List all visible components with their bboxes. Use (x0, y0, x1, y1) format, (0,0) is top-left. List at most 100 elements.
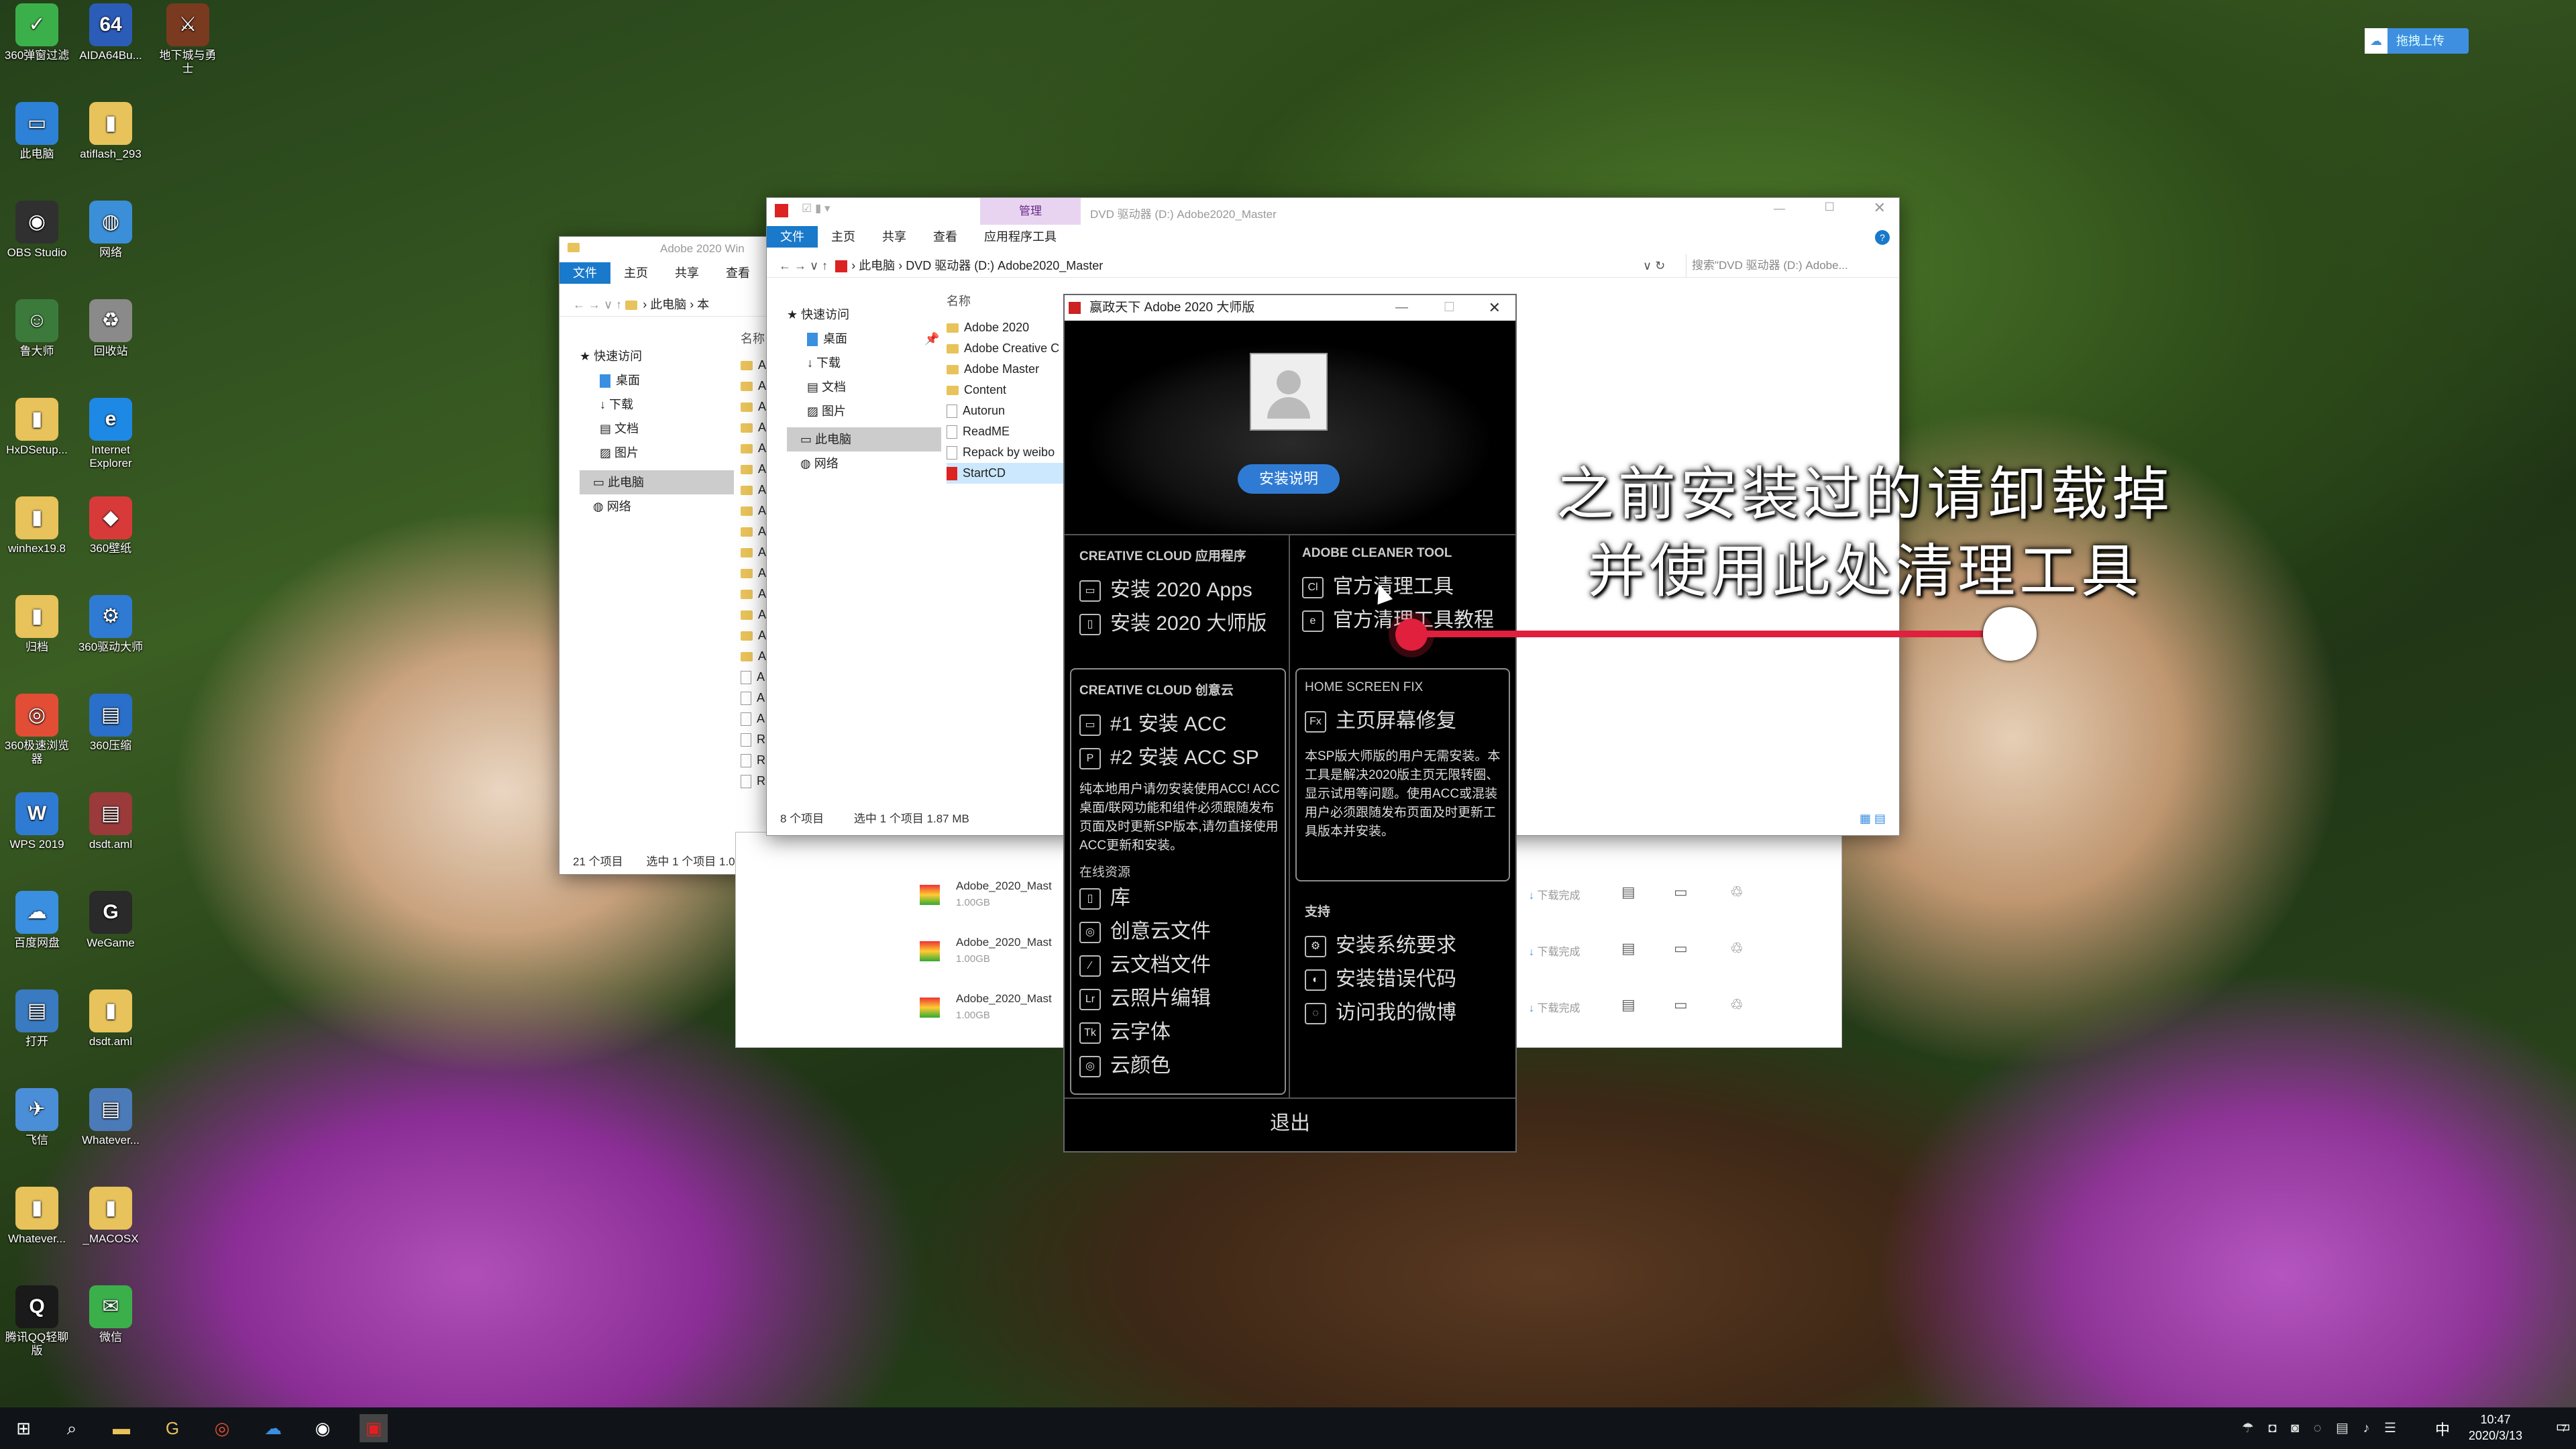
desktop-icon[interactable]: ▮ Whatever... (3, 1187, 70, 1246)
file-row[interactable]: R (741, 750, 766, 771)
file-row[interactable]: A (741, 646, 766, 667)
file-row[interactable]: A (741, 708, 766, 729)
titlebar[interactable]: ☑ ▮ ▾ 管理 DVD 驱动器 (D:) Adobe2020_Master —… (767, 198, 1899, 225)
file-row[interactable]: A (741, 480, 766, 500)
install-2020-master[interactable]: ▯ 安装 2020 大师版 (1079, 607, 1281, 641)
desktop-icon[interactable]: ▭ 此电脑 (3, 102, 70, 161)
document-icon[interactable]: ▤ (1621, 940, 1635, 957)
nav-desktop[interactable]: 桌面 (580, 368, 734, 392)
nav-documents[interactable]: ▤ 文档 (787, 375, 941, 399)
file-row[interactable]: A (741, 459, 766, 480)
nav-documents[interactable]: ▤ 文档 (580, 417, 734, 441)
nav-pictures[interactable]: ▨ 图片 (580, 441, 734, 465)
desktop-icon[interactable]: ✈ 飞信 (3, 1088, 70, 1147)
desktop-icon[interactable]: Q 腾讯QQ轻聊版 (3, 1285, 70, 1358)
upload-widget[interactable]: ☁ 拖拽上传 (2365, 28, 2469, 54)
tab-file[interactable]: 文件 (559, 262, 610, 284)
desktop-icon[interactable]: ▮ _MACOSX (77, 1187, 144, 1246)
breadcrumb-root[interactable]: 此电脑 (650, 298, 686, 311)
desktop-icon[interactable]: ◎ 360极速浏览器 (3, 694, 70, 766)
desktop-icon[interactable]: ▮ winhex19.8 (3, 496, 70, 555)
desktop-icon[interactable]: ⚔ 地下城与勇士 (154, 3, 221, 76)
online-colors[interactable]: ◎ 云颜色 (1079, 1049, 1281, 1083)
search-input[interactable]: 搜索"DVD 驱动器 (D:) Adobe... (1686, 254, 1893, 277)
desktop-icon[interactable]: ▮ atiflash_293 (77, 102, 144, 161)
folder-open-icon[interactable]: ▭ (1674, 940, 1688, 957)
nav-this-pc[interactable]: ▭ 此电脑 (580, 470, 734, 494)
tab-view[interactable]: 查看 (712, 262, 763, 284)
desktop-icon[interactable]: ✓ 360弹窗过滤 (3, 3, 70, 62)
install-acc[interactable]: ▭ #1 安装 ACC (1079, 708, 1281, 741)
desktop-icon[interactable]: ▮ 归档 (3, 595, 70, 654)
tab-app-tools[interactable]: 应用程序工具 (971, 226, 1070, 248)
nav-arrows[interactable]: ← → ∨ ↑ (573, 298, 625, 311)
close-icon[interactable]: ✕ (1489, 295, 1501, 321)
error-codes[interactable]: ◐ 安装错误代码 (1305, 963, 1506, 996)
install-2020-apps[interactable]: ▭ 安装 2020 Apps (1079, 574, 1281, 607)
nav-arrows[interactable]: ← → ∨ ↑ (779, 259, 831, 272)
file-row[interactable]: A (741, 688, 766, 708)
maximize-icon[interactable]: ☐ (1444, 295, 1455, 321)
quick-access-toolbar[interactable]: ☑ ▮ ▾ (802, 202, 830, 215)
delete-icon[interactable]: ♲ (1730, 883, 1743, 901)
tab-file[interactable]: 文件 (767, 226, 818, 248)
column-header-name[interactable]: 名称 (947, 292, 971, 309)
desktop-icon[interactable]: ⚙ 360驱动大师 (77, 595, 144, 654)
tab-share[interactable]: 共享 (869, 226, 920, 248)
file-row[interactable]: A (741, 396, 766, 417)
desktop-icon[interactable]: ▤ dsdt.aml (77, 792, 144, 851)
desktop-icon[interactable]: e Internet Explorer (77, 398, 144, 470)
install-acc-sp[interactable]: P #2 安装 ACC SP (1079, 741, 1281, 775)
visit-weibo[interactable]: ◌ 访问我的微博 (1305, 996, 1506, 1030)
help-icon[interactable]: ? (1875, 230, 1890, 245)
online-photo-edit[interactable]: Lr 云照片编辑 (1079, 982, 1281, 1016)
folder-open-icon[interactable]: ▭ (1674, 883, 1688, 901)
desktop-icon[interactable]: ▤ Whatever... (77, 1088, 144, 1147)
desktop-icon[interactable]: ☺ 鲁大师 (3, 299, 70, 358)
address-bar[interactable]: ← → ∨ ↑ › 此电脑 › DVD 驱动器 (D:) Adobe2020_M… (767, 254, 1899, 278)
nav-network[interactable]: ◍ 网络 (580, 494, 734, 519)
file-row[interactable]: R (741, 771, 766, 792)
desktop-icon[interactable]: 64 AIDA64Bu... (77, 3, 144, 62)
tab-view[interactable]: 查看 (920, 226, 971, 248)
search-icon[interactable]: ⌕ (58, 1414, 86, 1442)
file-row[interactable]: A (741, 584, 766, 604)
titlebar[interactable]: 嬴政天下 Adobe 2020 大师版 — ☐ ✕ (1065, 295, 1515, 321)
tab-manage[interactable]: 管理 (980, 198, 1081, 225)
start-icon[interactable]: ⊞ (9, 1414, 38, 1442)
file-row[interactable]: A (741, 521, 766, 542)
minimize-icon[interactable]: — (1774, 202, 1785, 215)
desktop-icon[interactable]: ▤ 360压缩 (77, 694, 144, 753)
desktop-icon[interactable]: ✉ 微信 (77, 1285, 144, 1344)
system-requirements[interactable]: ⚙ 安装系统要求 (1305, 929, 1506, 963)
browser-icon[interactable]: ◎ (208, 1414, 236, 1442)
breadcrumb-drive[interactable]: DVD 驱动器 (D:) Adobe2020_Master (906, 259, 1103, 272)
file-row[interactable]: A (741, 376, 766, 396)
nav-pictures[interactable]: ▨ 图片 (787, 399, 941, 423)
system-tray-icons[interactable]: ☂ ◘ ◙ ◌ ▤ ♪ ☰ (2242, 1419, 2402, 1436)
notification-icon[interactable]: ▭7 (2556, 1417, 2571, 1436)
desktop-icon[interactable]: ☁ 百度网盘 (3, 891, 70, 950)
file-row[interactable]: A (741, 625, 766, 646)
nav-downloads[interactable]: ↓ 下载 (787, 351, 941, 375)
online-library[interactable]: ▯ 库 (1079, 881, 1281, 915)
official-cleaner-tool[interactable]: Cl 官方清理工具 (1302, 570, 1510, 604)
minimize-icon[interactable]: — (1395, 295, 1408, 321)
adobe-master-task-icon[interactable]: ▣ (360, 1414, 388, 1442)
tab-share[interactable]: 共享 (661, 262, 712, 284)
clock[interactable]: 10:47 2020/3/13 (2469, 1411, 2522, 1444)
file-row[interactable]: A (741, 500, 766, 521)
close-icon[interactable]: ✕ (1874, 199, 1886, 217)
refresh-icon[interactable]: ∨ ↻ (1643, 254, 1665, 277)
home-screen-fix[interactable]: Fx 主页屏幕修复 (1305, 704, 1503, 738)
desktop-icon[interactable]: ♻ 回收站 (77, 299, 144, 358)
desktop-icon[interactable]: G WeGame (77, 891, 144, 950)
file-row[interactable]: A (741, 355, 766, 376)
delete-icon[interactable]: ♲ (1730, 996, 1743, 1014)
file-row[interactable]: A (741, 667, 766, 688)
nav-downloads[interactable]: ↓ 下载 (580, 392, 734, 417)
document-icon[interactable]: ▤ (1621, 996, 1635, 1014)
desktop-icon[interactable]: ▮ dsdt.aml (77, 989, 144, 1049)
nav-this-pc[interactable]: ▭ 此电脑 (787, 427, 941, 451)
exit-button[interactable]: 退出 (1065, 1100, 1515, 1147)
